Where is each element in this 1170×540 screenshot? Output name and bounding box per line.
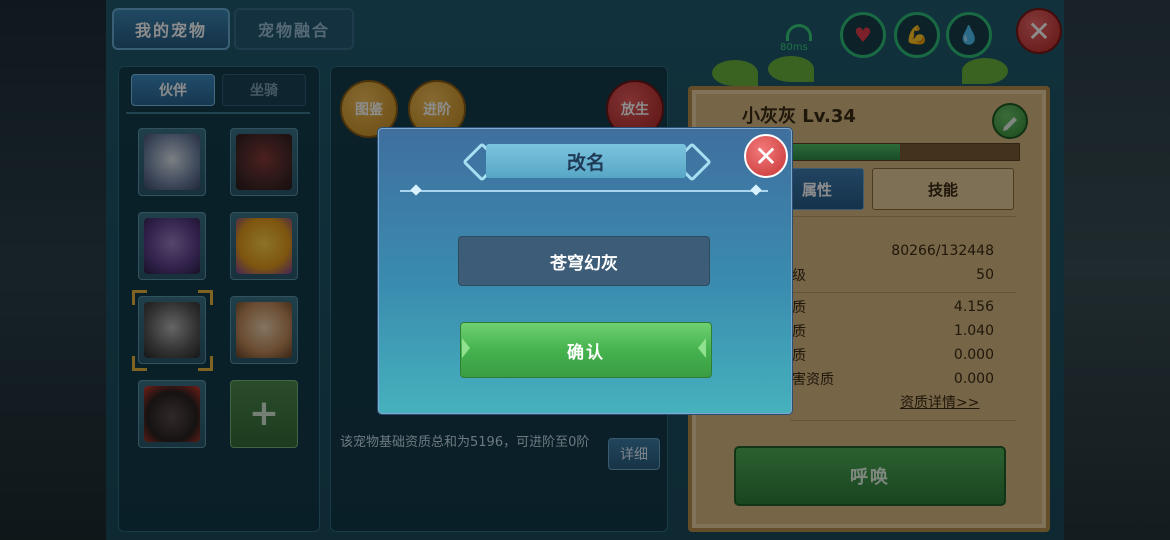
dialog-title: 改名 <box>486 144 686 178</box>
close-icon: ✕ <box>754 139 778 173</box>
arrow-icon <box>698 338 706 358</box>
pet-name-input[interactable] <box>458 236 710 286</box>
dialog-close-button[interactable]: ✕ <box>744 134 788 178</box>
arrow-icon <box>462 338 470 358</box>
confirm-button[interactable]: 确认 <box>460 322 712 378</box>
dialog-divider <box>400 190 768 192</box>
